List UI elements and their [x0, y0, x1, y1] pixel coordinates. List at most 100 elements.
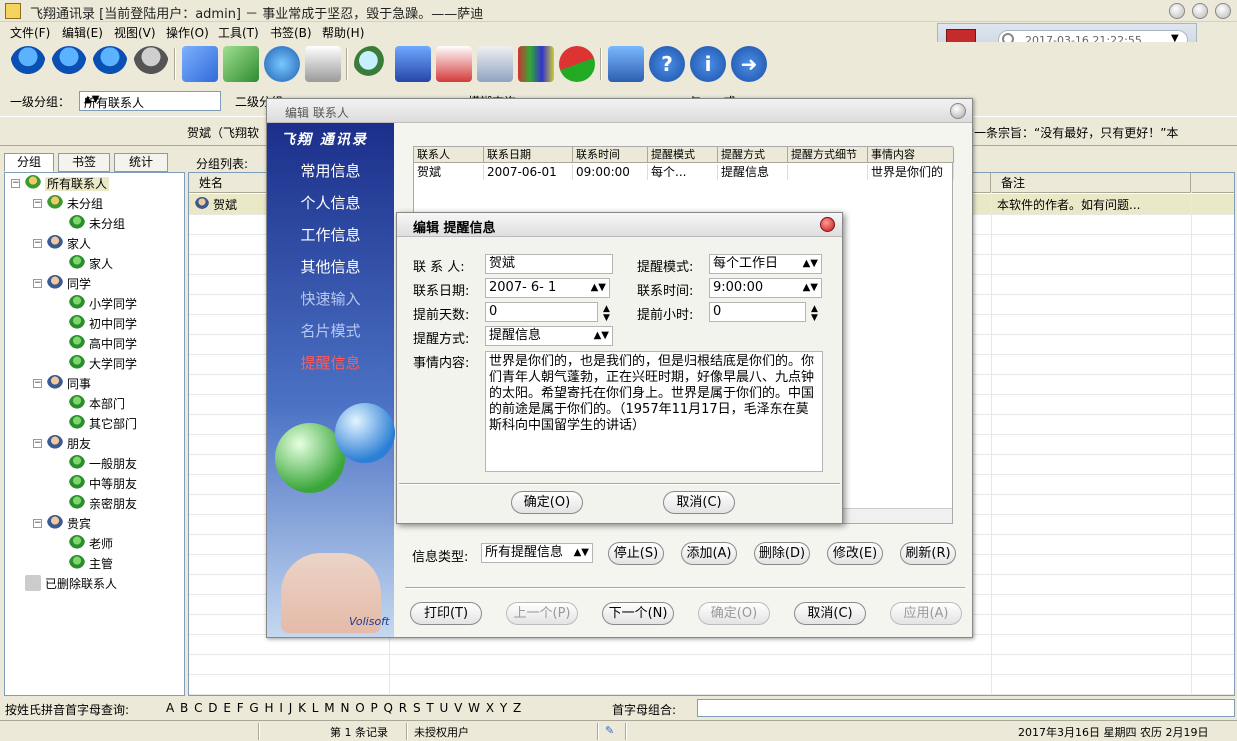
nav-personal-info[interactable]: 个人信息 — [267, 191, 394, 215]
menu-view[interactable]: 视图(V) — [114, 24, 156, 41]
reminder-cell[interactable]: 世界是你们的 — [868, 164, 954, 180]
tree-expander[interactable]: − — [33, 279, 42, 288]
tree-item[interactable]: 小学同学 — [69, 295, 137, 313]
tree-item[interactable]: 未分组 — [47, 195, 103, 213]
reminder-column-header[interactable]: 提醒模式 — [648, 147, 718, 163]
print-button[interactable]: 打印(T) — [410, 602, 482, 625]
tree-item[interactable]: 初中同学 — [69, 315, 137, 333]
reminder-cell[interactable]: 09:00:00 — [573, 164, 648, 180]
nav-quick-input[interactable]: 快速输入 — [267, 287, 394, 311]
dialog-ok-button[interactable]: 确定(O) — [511, 491, 583, 514]
close-icon[interactable] — [950, 103, 966, 119]
minimize-button[interactable] — [1169, 3, 1185, 19]
nav-other-info[interactable]: 其他信息 — [267, 255, 394, 279]
reminder-cell[interactable]: 每个... — [648, 164, 718, 180]
add-contact-icon[interactable] — [10, 46, 46, 82]
nav-work-info[interactable]: 工作信息 — [267, 223, 394, 247]
apply-button[interactable]: 应用(A) — [890, 602, 962, 625]
tree-item[interactable]: 已删除联系人 — [25, 575, 117, 593]
reminder-column-header[interactable]: 提醒方式 — [718, 147, 788, 163]
stop-button[interactable]: 停止(S) — [608, 542, 664, 565]
refresh-button[interactable]: 刷新(R) — [900, 542, 956, 565]
edit-contact-icon[interactable] — [51, 46, 87, 82]
pill-icon[interactable] — [559, 46, 595, 82]
level1-select[interactable]: 所有联系人 ▲▼ — [79, 91, 221, 111]
contact-field[interactable]: 贺斌 — [485, 254, 613, 274]
tree-expander[interactable]: − — [33, 439, 42, 448]
dialog-cancel-button[interactable]: 取消(C) — [663, 491, 735, 514]
spinner-icon[interactable]: ▲▼ — [603, 305, 610, 323]
nav-common-info[interactable]: 常用信息 — [267, 159, 394, 183]
next-button[interactable]: 下一个(N) — [602, 602, 674, 625]
tab-group[interactable]: 分组 — [4, 153, 54, 172]
printer-icon[interactable] — [305, 46, 341, 82]
ok-button[interactable]: 确定(O) — [698, 602, 770, 625]
tree-expander[interactable]: − — [33, 239, 42, 248]
tab-bookmark[interactable]: 书签 — [58, 153, 110, 172]
tree-item[interactable]: 同学 — [47, 275, 91, 293]
reminder-cell[interactable]: 2007-06-01 — [484, 164, 573, 180]
tree-expander[interactable]: − — [33, 199, 42, 208]
mode-select[interactable]: 每个工作日 ▲▼ — [709, 254, 822, 274]
spinner-icon[interactable]: ▲▼ — [591, 279, 606, 297]
nav-reminder-info[interactable]: 提醒信息 — [267, 351, 394, 375]
tree-item[interactable]: 老师 — [69, 535, 113, 553]
nav-card-mode[interactable]: 名片模式 — [267, 319, 394, 343]
network-icon[interactable] — [264, 46, 300, 82]
tree-expander[interactable]: − — [11, 179, 20, 188]
add-button[interactable]: 添加(A) — [681, 542, 737, 565]
reminder-cell[interactable] — [788, 164, 868, 180]
method-select[interactable]: 提醒信息 ▲▼ — [485, 326, 613, 346]
hours-field[interactable]: 0 — [709, 302, 806, 322]
tree-item[interactable]: 本部门 — [69, 395, 125, 413]
menu-help[interactable]: 帮助(H) — [322, 24, 364, 41]
content-textarea[interactable]: 世界是你们的，也是我们的，但是归根结底是你们的。你们青年人朝气蓬勃，正在兴旺时期… — [485, 351, 823, 472]
tree-item[interactable]: 朋友 — [47, 435, 91, 453]
tree-item[interactable]: 其它部门 — [69, 415, 137, 433]
reminder-column-header[interactable]: 联系日期 — [484, 147, 573, 163]
tree-item[interactable]: 大学同学 — [69, 355, 137, 373]
info-icon[interactable]: i — [690, 46, 726, 82]
alpha-letters[interactable]: A B C D E F G H I J K L M N O P Q R S T … — [166, 701, 522, 715]
close-icon[interactable] — [820, 217, 835, 232]
contact-settings-icon[interactable] — [133, 46, 169, 82]
tree-expander[interactable]: − — [33, 379, 42, 388]
tree-item[interactable]: 家人 — [69, 255, 113, 273]
tab-stats[interactable]: 统计 — [114, 153, 168, 172]
recycle-bin-icon[interactable] — [608, 46, 644, 82]
maximize-button[interactable] — [1192, 3, 1208, 19]
spinner-icon[interactable]: ▲▼ — [803, 279, 818, 297]
menu-operate[interactable]: 操作(O) — [166, 24, 209, 41]
calendar-icon[interactable] — [436, 46, 472, 82]
reminder-cell[interactable]: 贺斌 — [414, 164, 484, 180]
delete-button[interactable]: 删除(D) — [754, 542, 810, 565]
menu-file[interactable]: 文件(F) — [10, 24, 50, 41]
export-icon[interactable] — [223, 46, 259, 82]
menu-tools[interactable]: 工具(T) — [218, 24, 259, 41]
delete-contact-icon[interactable] — [92, 46, 128, 82]
reminder-column-header[interactable]: 事情内容 — [868, 147, 954, 163]
menu-bookmark[interactable]: 书签(B) — [270, 24, 312, 41]
tree-item[interactable]: 高中同学 — [69, 335, 137, 353]
cancel-button[interactable]: 取消(C) — [794, 602, 866, 625]
tree-item[interactable]: 中等朋友 — [69, 475, 137, 493]
days-field[interactable]: 0 — [485, 302, 598, 322]
reminder-column-header[interactable]: 联系时间 — [573, 147, 648, 163]
help-icon[interactable]: ? — [649, 46, 685, 82]
tree-item[interactable]: 同事 — [47, 375, 91, 393]
tree-item[interactable]: 未分组 — [69, 215, 125, 233]
arrow-right-icon[interactable]: ➜ — [731, 46, 767, 82]
tree-item[interactable]: 所有联系人 — [25, 175, 110, 193]
tree-expander[interactable]: − — [33, 519, 42, 528]
tree-item[interactable]: 亲密朋友 — [69, 495, 137, 513]
reminder-column-header[interactable]: 联系人 — [414, 147, 484, 163]
combo-input[interactable] — [697, 699, 1235, 717]
info-type-select[interactable]: 所有提醒信息 ▲▼ — [481, 543, 593, 563]
prev-button[interactable]: 上一个(P) — [506, 602, 578, 625]
tree-item[interactable]: 家人 — [47, 235, 91, 253]
reminder-cell[interactable]: 提醒信息 — [718, 164, 788, 180]
tree-item[interactable]: 主管 — [69, 555, 113, 573]
search-icon[interactable] — [354, 46, 390, 82]
books-icon[interactable] — [518, 46, 554, 82]
date-field[interactable]: 2007- 6- 1 ▲▼ — [485, 278, 610, 298]
